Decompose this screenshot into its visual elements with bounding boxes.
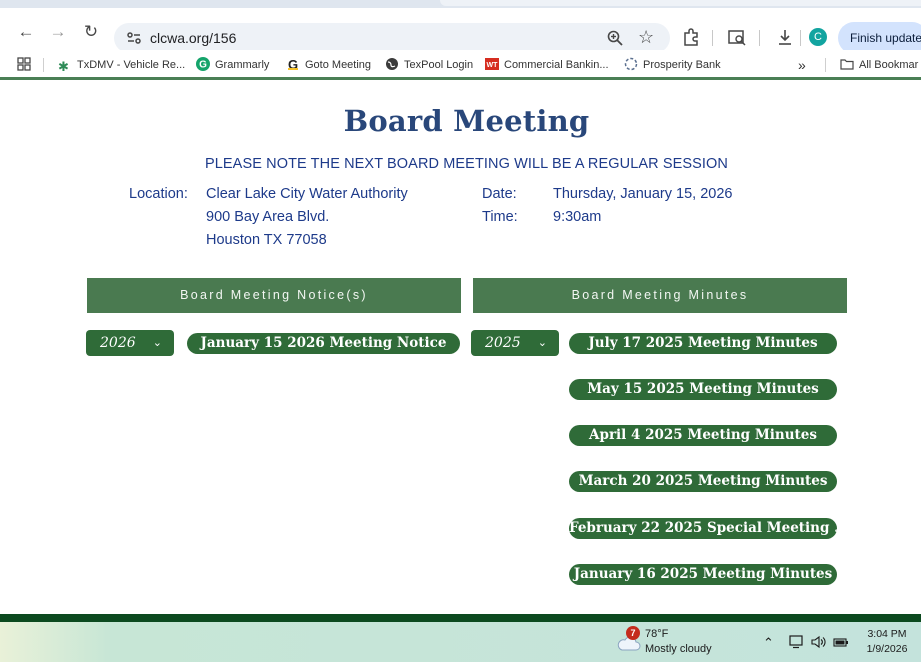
tab-strip bbox=[0, 0, 921, 8]
site-settings-icon[interactable] bbox=[126, 30, 142, 46]
notice-link[interactable]: January 15 2026 Meeting Notice bbox=[187, 333, 460, 354]
bookmark-grammarly[interactable]: G Grammarly bbox=[196, 56, 269, 74]
download-icon[interactable] bbox=[775, 27, 795, 47]
bookmark-texpool[interactable]: TexPool Login bbox=[385, 56, 473, 74]
side-panel-icon[interactable] bbox=[727, 27, 747, 47]
notices-year-select[interactable]: 2026 ⌄ bbox=[86, 330, 174, 356]
network-icon[interactable] bbox=[789, 635, 805, 649]
globe-icon bbox=[386, 58, 398, 70]
bank-icon: WT bbox=[485, 58, 499, 70]
bookmarks-bar: ✱ TxDMV - Vehicle Re... G Grammarly G Goto … bbox=[0, 50, 921, 80]
bookmarks-overflow-button[interactable]: » bbox=[798, 56, 806, 74]
svg-text:WT: WT bbox=[487, 62, 499, 69]
folder-icon bbox=[840, 59, 854, 70]
time-label: Time: bbox=[482, 209, 518, 225]
date-value: Thursday, January 15, 2026 bbox=[553, 186, 733, 202]
minutes-link[interactable]: April 4 2025 Meeting Minutes bbox=[569, 425, 837, 446]
apps-grid-icon[interactable] bbox=[17, 57, 31, 71]
notices-heading: Board Meeting Notice(s) bbox=[87, 278, 461, 313]
clock-date[interactable]: 1/9/2026 bbox=[857, 643, 917, 655]
bookmark-label: TxDMV - Vehicle Re... bbox=[77, 59, 186, 71]
reload-button[interactable]: ↻ bbox=[81, 22, 101, 42]
tray-overflow-chevron-icon[interactable]: ⌃ bbox=[763, 635, 774, 651]
weather-alert-badge: 7 bbox=[626, 626, 640, 640]
bookmark-commercial-banking[interactable]: WT Commercial Bankin... bbox=[485, 56, 609, 74]
goto-icon: G bbox=[288, 57, 298, 71]
toolbar-separator bbox=[759, 30, 760, 46]
minutes-heading: Board Meeting Minutes bbox=[473, 278, 847, 313]
bookmark-label: Grammarly bbox=[215, 59, 270, 71]
minutes-link[interactable]: May 15 2025 Meeting Minutes bbox=[569, 379, 837, 400]
weather-description[interactable]: Mostly cloudy bbox=[645, 643, 712, 655]
bookmark-txdmv[interactable]: ✱ TxDMV - Vehicle Re... bbox=[58, 56, 185, 74]
browser-toolbar: ← → ↻ clcwa.org/156 ☆ C Finish update bbox=[0, 8, 921, 54]
windows-taskbar: 7 78°F Mostly cloudy ⌃ 3:04 PM 1/9/2026 bbox=[0, 622, 921, 662]
location-line-3: Houston TX 77058 bbox=[206, 232, 327, 248]
minutes-year-select[interactable]: 2025 ⌄ bbox=[471, 330, 559, 356]
session-notice: PLEASE NOTE THE NEXT BOARD MEETING WILL … bbox=[204, 156, 729, 172]
minutes-link[interactable]: February 22 2025 Special Meeting ... bbox=[569, 518, 837, 539]
bookmark-label: Goto Meeting bbox=[305, 59, 372, 71]
all-bookmarks-label: All Bookmar bbox=[859, 59, 919, 71]
bookmark-label: Prosperity Bank bbox=[643, 59, 721, 71]
bookmark-prosperity-bank[interactable]: Prosperity Bank bbox=[624, 56, 721, 74]
volume-icon[interactable] bbox=[811, 635, 827, 649]
forward-button[interactable]: → bbox=[48, 22, 68, 42]
bookmark-label: TexPool Login bbox=[404, 59, 474, 71]
all-bookmarks-button[interactable]: All Bookmar bbox=[840, 56, 918, 74]
chevron-down-icon: ⌄ bbox=[537, 336, 547, 349]
bookmark-star-icon[interactable]: ☆ bbox=[638, 27, 654, 47]
back-button[interactable]: ← bbox=[16, 22, 36, 42]
minutes-year-value: 2025 bbox=[485, 335, 521, 351]
chevron-down-icon: ⌄ bbox=[152, 336, 162, 349]
location-line-2: 900 Bay Area Blvd. bbox=[206, 209, 330, 225]
minutes-link[interactable]: July 17 2025 Meeting Minutes bbox=[569, 333, 837, 354]
bookmark-label: Commercial Bankin... bbox=[504, 59, 609, 71]
zoom-icon[interactable] bbox=[606, 29, 624, 47]
toolbar-separator bbox=[712, 30, 713, 46]
date-label: Date: bbox=[482, 186, 517, 202]
address-bar[interactable]: clcwa.org/156 ☆ bbox=[114, 23, 670, 53]
battery-icon[interactable] bbox=[833, 635, 849, 649]
loading-icon bbox=[624, 57, 638, 71]
minutes-link[interactable]: March 20 2025 Meeting Minutes bbox=[569, 471, 837, 492]
minutes-link[interactable]: January 16 2025 Meeting Minutes bbox=[569, 564, 837, 585]
profile-avatar[interactable]: C bbox=[809, 28, 827, 46]
time-value: 9:30am bbox=[553, 209, 602, 225]
bookmark-separator bbox=[43, 58, 44, 72]
grammarly-icon: G bbox=[196, 57, 210, 71]
location-line-1: Clear Lake City Water Authority bbox=[206, 186, 408, 202]
bookmark-goto-meeting[interactable]: G Goto Meeting bbox=[286, 56, 371, 74]
clock-time[interactable]: 3:04 PM bbox=[857, 628, 917, 640]
weather-temperature[interactable]: 78°F bbox=[645, 628, 668, 640]
bookmark-separator bbox=[825, 58, 826, 72]
txdmv-star-icon: ✱ bbox=[58, 59, 69, 74]
url-text[interactable]: clcwa.org/156 bbox=[150, 30, 236, 46]
extensions-icon[interactable] bbox=[681, 27, 701, 47]
active-tab[interactable] bbox=[440, 0, 921, 6]
site-footer-bar bbox=[0, 614, 921, 622]
toolbar-separator bbox=[800, 30, 801, 46]
notices-year-value: 2026 bbox=[100, 335, 136, 351]
location-label: Location: bbox=[129, 186, 188, 202]
svg-text:G: G bbox=[199, 60, 207, 71]
page-title: Board Meeting bbox=[343, 104, 590, 138]
